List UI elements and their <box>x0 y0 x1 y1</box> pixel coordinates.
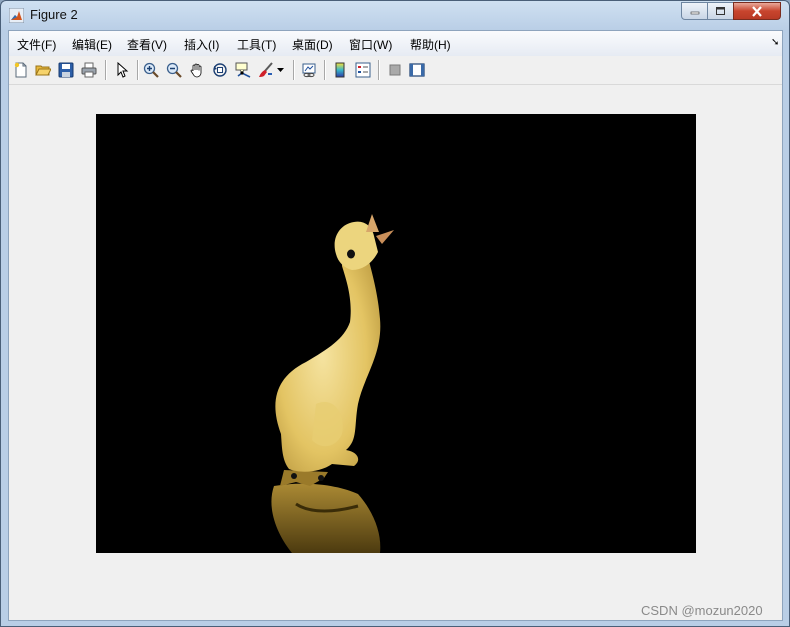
link-plot-button[interactable] <box>300 61 318 79</box>
menu-tools[interactable]: 工具(T) <box>237 36 276 53</box>
print-button[interactable] <box>80 61 98 79</box>
window-title: Figure 2 <box>30 7 78 22</box>
zoom-out-button[interactable] <box>165 61 183 79</box>
save-button[interactable] <box>57 61 75 79</box>
link-plot-icon <box>302 63 316 78</box>
maximize-button[interactable] <box>707 2 734 20</box>
floppy-disk-icon <box>58 62 74 78</box>
figure-client-area: 文件(F) 编辑(E) 查看(V) 插入(I) 工具(T) 桌面(D) 窗口(W… <box>8 30 783 621</box>
new-document-icon <box>14 62 27 78</box>
minimize-icon <box>690 11 699 15</box>
show-plot-tools-icon <box>409 63 425 77</box>
rotate-3d-icon <box>213 63 227 77</box>
legend-icon <box>355 62 371 78</box>
hand-pan-icon <box>190 63 202 78</box>
data-cursor-icon <box>235 62 251 78</box>
rotate-3d-button[interactable] <box>211 61 229 79</box>
menu-edit[interactable]: 编辑(E) <box>72 36 112 53</box>
duckling-image <box>96 114 696 553</box>
menu-desktop[interactable]: 桌面(D) <box>292 36 333 53</box>
title-bar[interactable]: Figure 2 <box>1 1 789 30</box>
colorbar-icon <box>335 62 345 78</box>
maximize-icon <box>716 7 725 15</box>
zoom-out-icon <box>166 62 182 78</box>
menu-help[interactable]: 帮助(H) <box>410 36 451 53</box>
toolbar-separator <box>324 60 326 80</box>
chevron-down-icon <box>276 67 284 72</box>
hide-plot-tools-button[interactable] <box>386 61 404 79</box>
zoom-in-icon <box>143 62 159 78</box>
brush-dropdown[interactable] <box>275 61 285 79</box>
figure-toolbar <box>9 56 782 85</box>
menu-file[interactable]: 文件(F) <box>17 36 56 53</box>
close-button[interactable] <box>733 2 781 20</box>
open-file-button[interactable] <box>34 61 52 79</box>
zoom-in-button[interactable] <box>142 61 160 79</box>
brush-icon <box>259 62 273 77</box>
menu-view[interactable]: 查看(V) <box>127 36 167 53</box>
toolbar-separator <box>293 60 295 80</box>
toolbar-separator <box>105 60 107 80</box>
toolbar-separator <box>378 60 380 80</box>
hide-plot-tools-icon <box>389 64 401 76</box>
menu-overflow-icon[interactable]: ➘ <box>771 37 779 48</box>
minimize-button[interactable] <box>681 2 708 20</box>
new-figure-button[interactable] <box>12 61 30 79</box>
toolbar-separator <box>137 60 139 80</box>
insert-legend-button[interactable] <box>354 61 372 79</box>
show-plot-tools-button[interactable] <box>408 61 426 79</box>
menu-bar: 文件(F) 编辑(E) 查看(V) 插入(I) 工具(T) 桌面(D) 窗口(W… <box>9 31 782 57</box>
brush-button[interactable] <box>257 61 275 79</box>
close-icon <box>752 5 762 17</box>
pointer-arrow-icon <box>117 62 129 78</box>
pan-button[interactable] <box>188 61 206 79</box>
figure-window: Figure 2 文件(F) 编辑(E) 查看(V) 插入(I) 工具(T) 桌… <box>0 0 790 627</box>
figure-axes-image[interactable] <box>96 114 696 553</box>
printer-icon <box>81 62 97 78</box>
matlab-logo-icon <box>9 8 24 23</box>
menu-window[interactable]: 窗口(W) <box>349 36 392 53</box>
watermark-text: CSDN @mozun2020 <box>641 603 763 618</box>
insert-colorbar-button[interactable] <box>331 61 349 79</box>
folder-open-icon <box>35 65 51 76</box>
menu-insert[interactable]: 插入(I) <box>184 36 219 53</box>
edit-plot-button[interactable] <box>113 61 131 79</box>
data-cursor-button[interactable] <box>234 61 252 79</box>
